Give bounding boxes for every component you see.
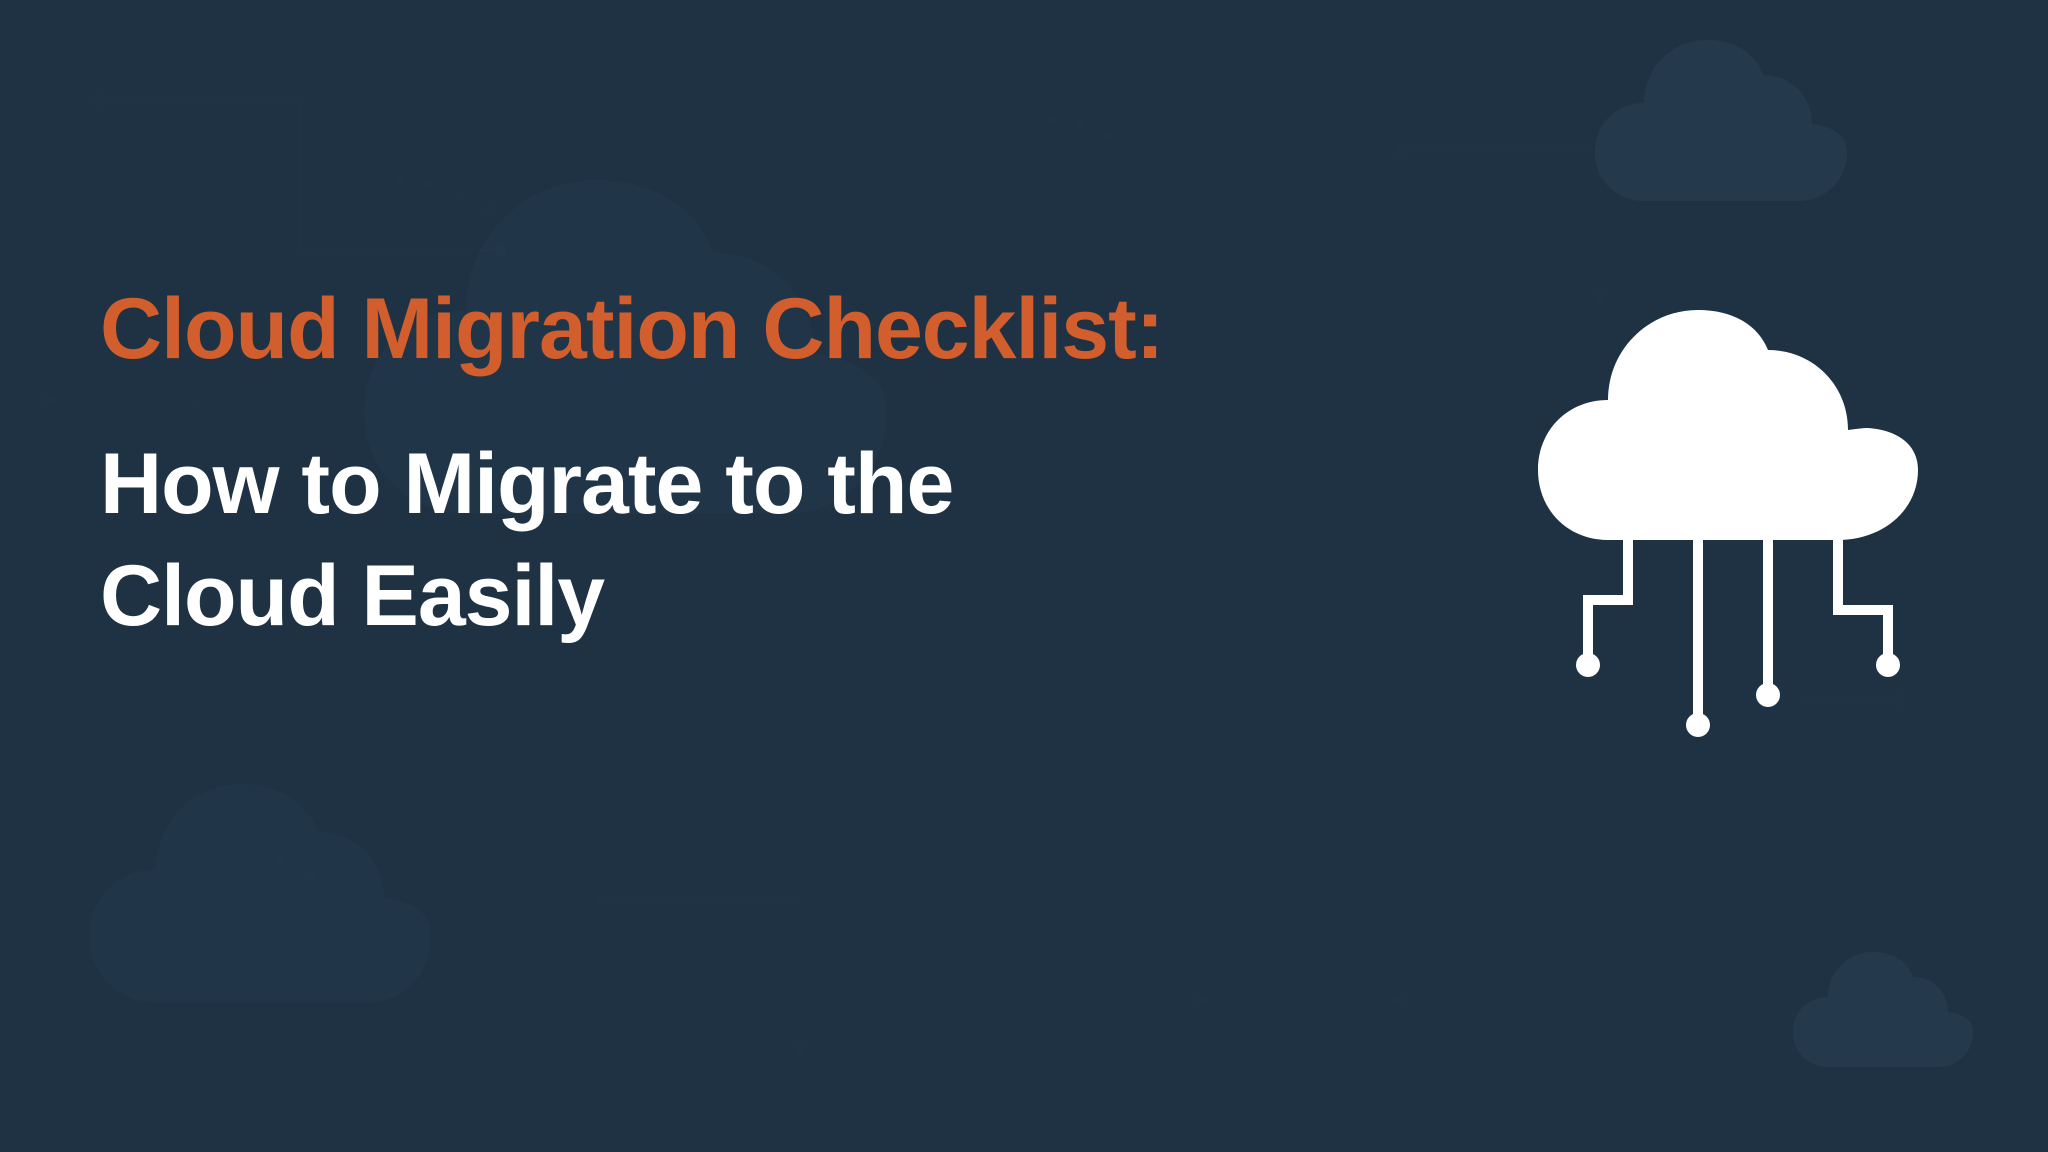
hero-content: Cloud Migration Checklist: How to Migrat… — [100, 280, 1163, 652]
page-headline: Cloud Migration Checklist: — [100, 280, 1163, 379]
subheadline-line-1: How to Migrate to the — [100, 436, 953, 532]
subheadline-line-2: Cloud Easily — [100, 548, 604, 644]
page-subheadline: How to Migrate to the Cloud Easily — [100, 429, 1163, 653]
cloud-network-icon — [1518, 310, 1938, 760]
